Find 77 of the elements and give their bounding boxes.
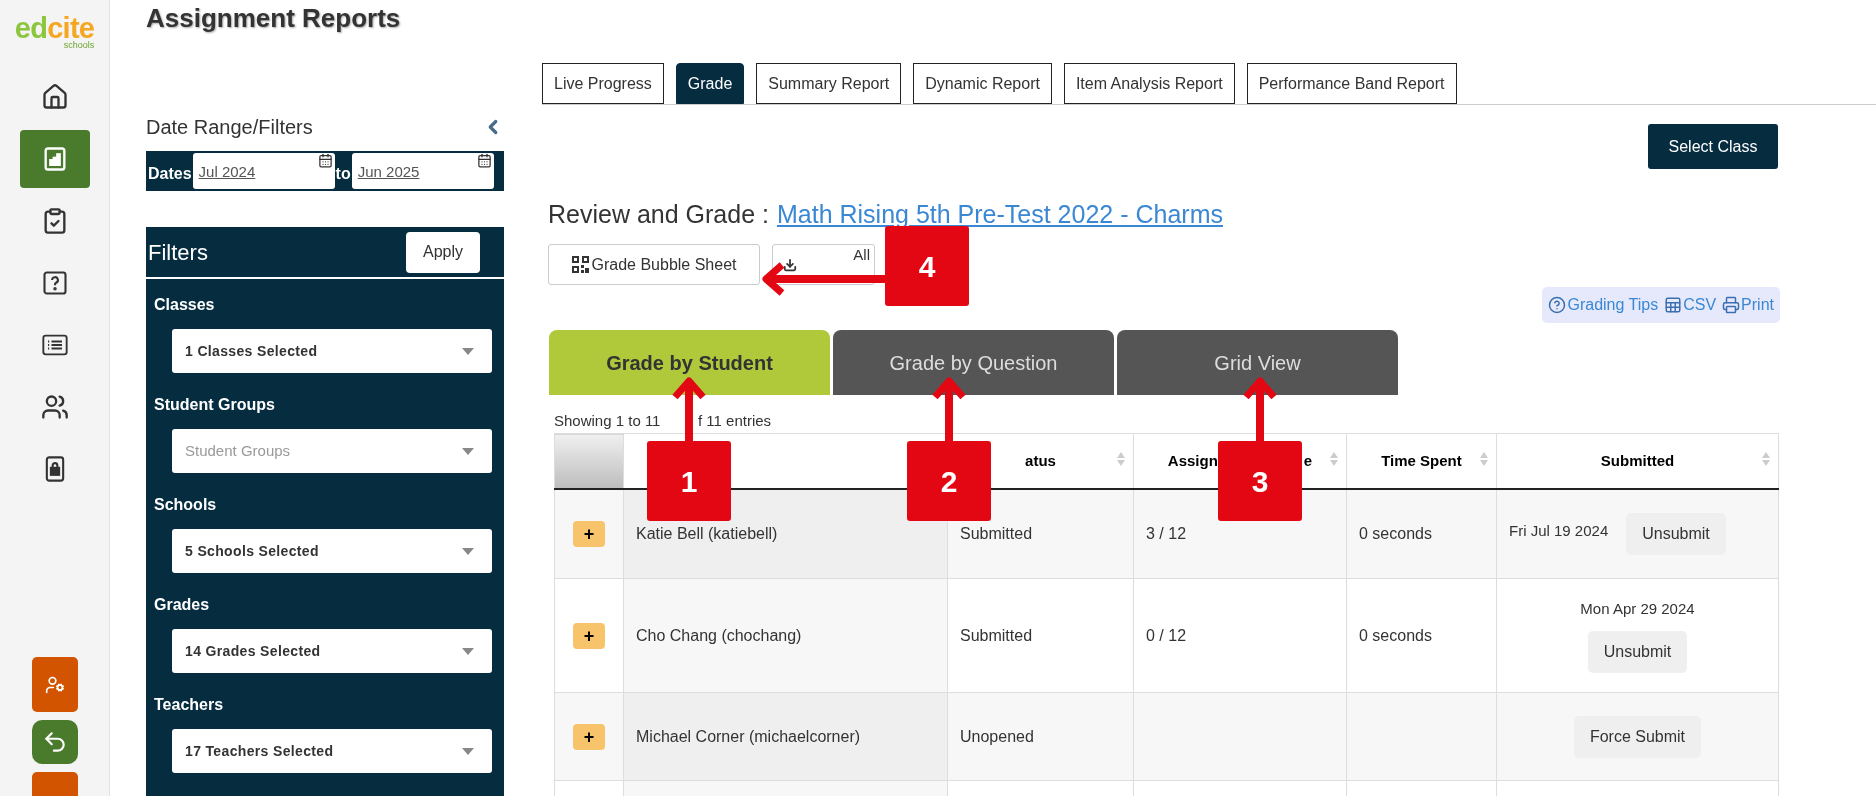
unsubmit-button[interactable]: Force Submit: [1573, 715, 1702, 758]
date-field[interactable]: Jul 2024: [192, 153, 335, 189]
column-header[interactable]: e: [1303, 449, 1313, 472]
download-icon[interactable]: [783, 257, 797, 272]
report-tab[interactable]: Dynamic Report: [913, 63, 1052, 104]
table-cell: 0 seconds: [1346, 578, 1497, 693]
table-cell: Submitted: [947, 578, 1134, 693]
column-header[interactable]: Assign: [1167, 449, 1218, 472]
to-label: to: [335, 164, 351, 184]
filter-select[interactable]: 5 Schools Selected: [172, 529, 492, 573]
filter-select[interactable]: 1 Classes Selected: [172, 329, 492, 373]
filter-select[interactable]: 14 Grades Selected: [172, 629, 492, 673]
expand-button[interactable]: +: [573, 520, 605, 547]
entries-info: Showing 1 to 11: [554, 411, 662, 430]
apply-button[interactable]: Apply: [406, 231, 480, 273]
report-tab[interactable]: Summary Report: [756, 63, 902, 104]
dates-label: Dates: [148, 164, 192, 184]
view-tab[interactable]: Grid View: [1117, 330, 1398, 395]
qr-code-icon: [571, 256, 589, 273]
annotation-arrow: [1243, 377, 1277, 441]
table-cell: Cho Chang (chochang): [623, 578, 948, 693]
column-header[interactable]: atus: [1025, 449, 1056, 472]
callout-number: 4: [885, 226, 969, 306]
submitted-date: Mon Apr 29 2024: [1580, 599, 1695, 620]
table-cell: Michael Corner (michaelcorner): [623, 692, 948, 781]
callout-number: 3: [1218, 441, 1302, 521]
open-all-button[interactable]: All: [853, 247, 870, 262]
filter-label: Student Groups: [154, 395, 276, 415]
report-tab[interactable]: Grade: [675, 63, 745, 104]
table-cell: 0 seconds: [1346, 488, 1497, 579]
report-tab[interactable]: Item Analysis Report: [1063, 63, 1235, 104]
grade-bubble-sheet-button[interactable]: Grade Bubble Sheet: [548, 244, 760, 285]
annotation-arrow: [932, 377, 966, 441]
report-tab[interactable]: Performance Band Report: [1246, 63, 1457, 104]
annotation-arrow: [672, 377, 706, 441]
callout-number: 1: [647, 441, 731, 521]
view-tab[interactable]: Grade by Student: [549, 330, 830, 395]
expand-button[interactable]: +: [573, 622, 605, 649]
select-class-button[interactable]: Select Class: [1648, 124, 1778, 169]
dropdown-caret-icon: [462, 347, 474, 355]
filter-label: Schools: [154, 495, 218, 515]
calendar-icon[interactable]: [317, 153, 333, 168]
home-icon: [40, 82, 69, 112]
column-header[interactable]: Submitted: [1600, 449, 1675, 472]
calendar-icon[interactable]: [476, 153, 492, 168]
panel-title: Date Range/Filters: [146, 115, 313, 140]
dropdown-caret-icon: [462, 547, 474, 555]
printer-icon: [1722, 296, 1741, 314]
page-title: Assignment Reports: [146, 2, 402, 34]
help-icon: [1548, 296, 1567, 314]
report-tab[interactable]: Live Progress: [542, 63, 664, 104]
filter-label: Classes: [154, 295, 216, 315]
view-tab[interactable]: Grade by Question: [833, 330, 1114, 395]
filter-label: Teachers: [154, 695, 225, 715]
user-gear-icon: [44, 674, 65, 695]
submitted-date: Fri Jul 19 2024: [1509, 520, 1609, 541]
question-icon: [40, 268, 69, 298]
dropdown-caret-icon: [462, 747, 474, 755]
user-settings-button[interactable]: [31, 657, 78, 712]
dropdown-caret-icon: [462, 647, 474, 655]
unsubmit-button[interactable]: Unsubmit: [1587, 630, 1688, 673]
expand-button[interactable]: +: [573, 723, 605, 750]
table-cell: Unopened: [947, 692, 1134, 781]
header-cell[interactable]: [554, 433, 624, 489]
filter-label: Grades: [154, 595, 211, 615]
date-field[interactable]: Jun 2025: [351, 153, 494, 189]
users-icon: [40, 392, 69, 422]
dropdown-caret-icon: [462, 447, 474, 455]
filters-title: Filters: [148, 238, 208, 267]
entries-info: f 11 entries: [698, 411, 772, 430]
unsubmit-button[interactable]: Unsubmit: [1626, 512, 1726, 555]
nav-item[interactable]: [19, 130, 90, 188]
table-cell: 0 / 12: [1133, 578, 1347, 693]
review-heading: Review and Grade :: [548, 199, 769, 231]
back-button[interactable]: [31, 720, 78, 764]
filter-select[interactable]: 17 Teachers Selected: [172, 729, 492, 773]
spreadsheet-icon: [1664, 296, 1683, 314]
